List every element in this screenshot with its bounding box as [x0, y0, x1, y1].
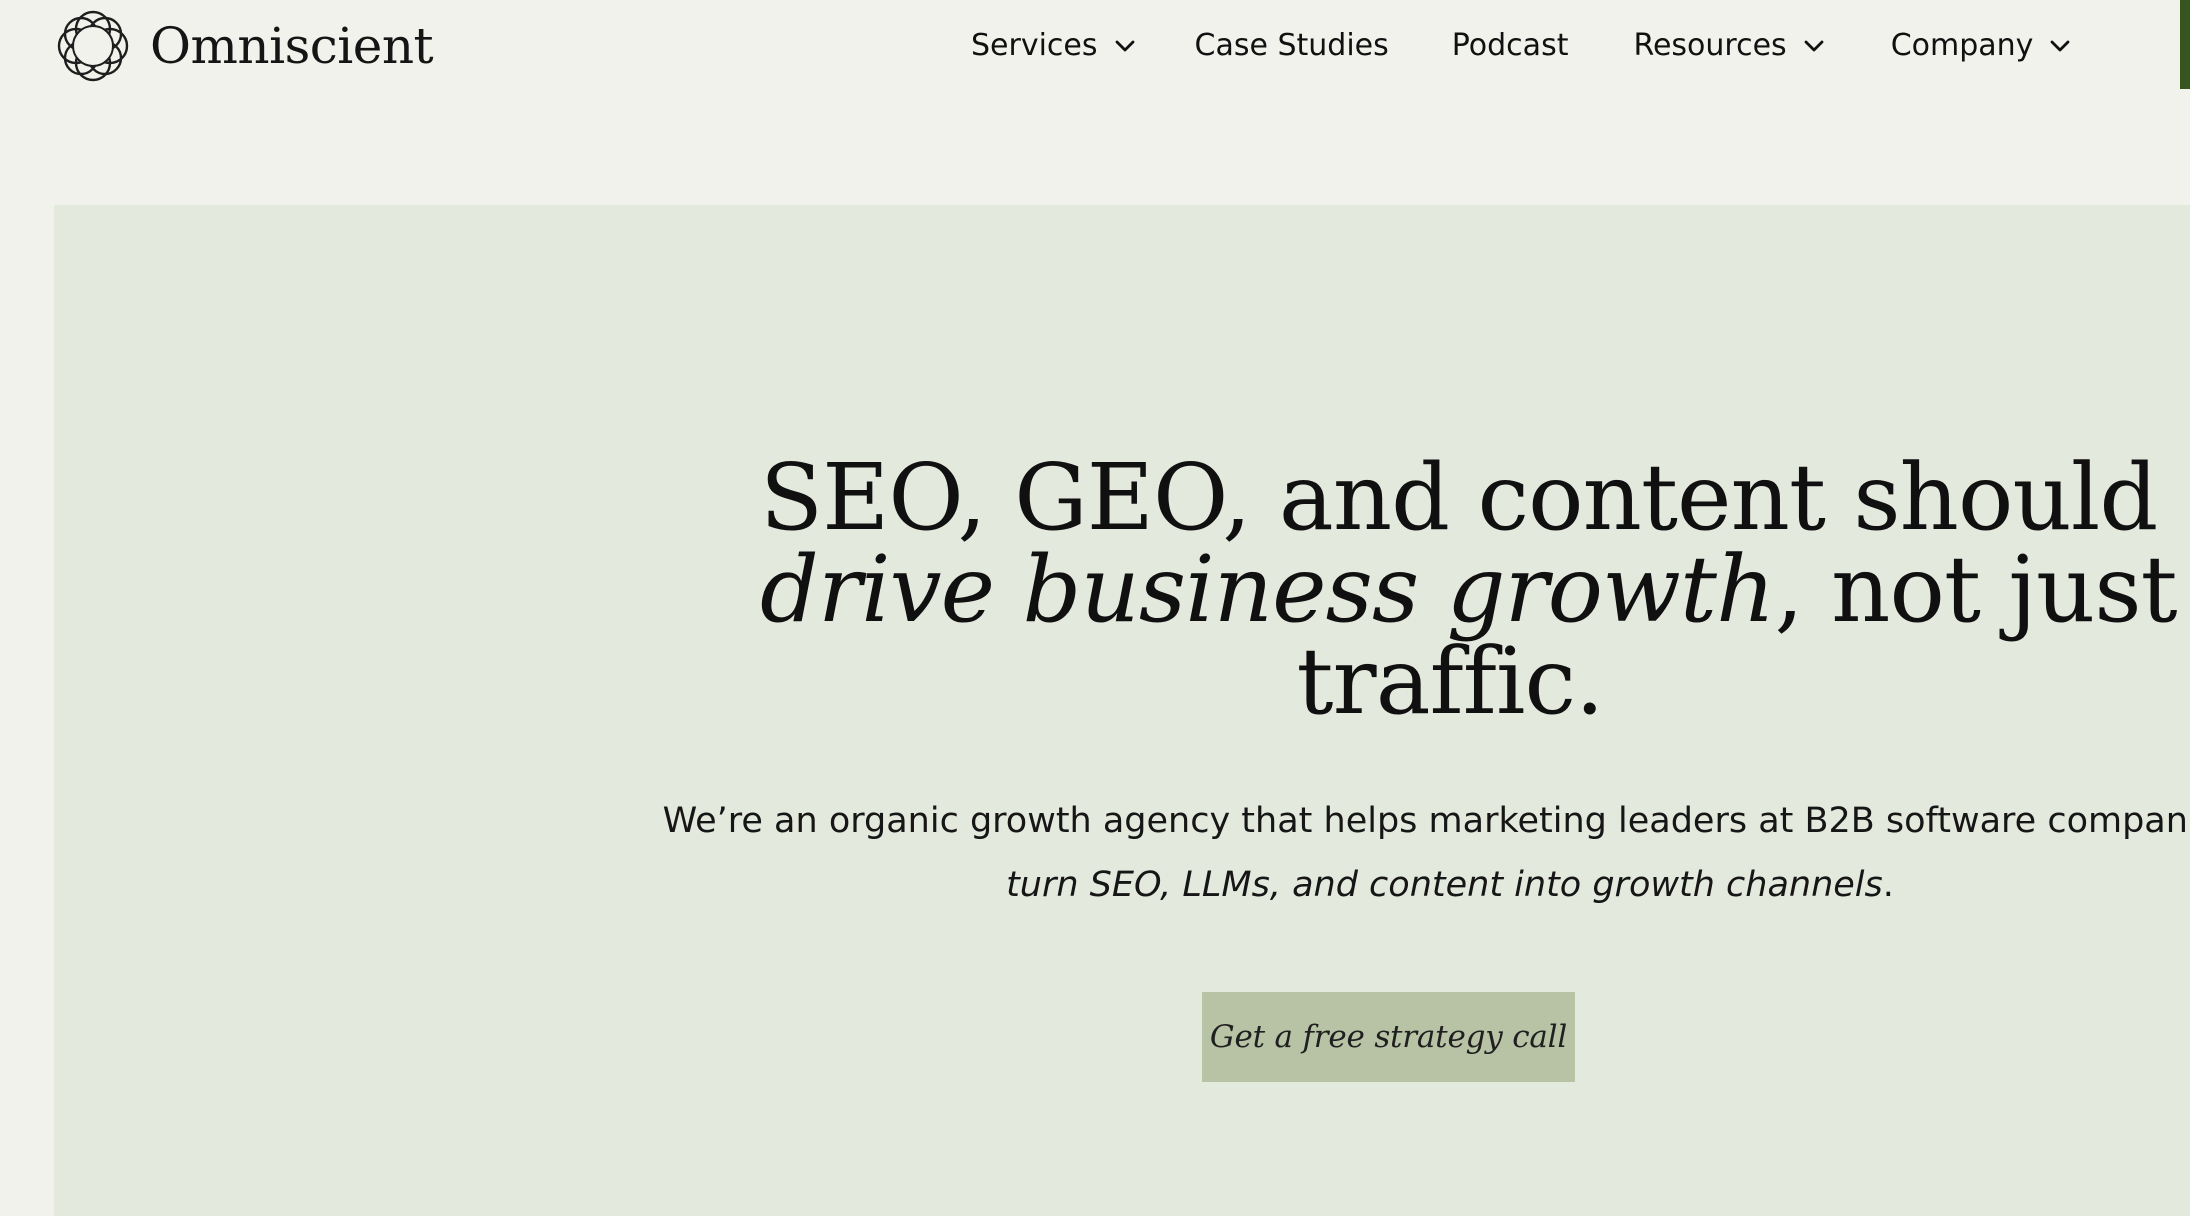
hero-subheading-end: .: [1882, 865, 1894, 905]
chevron-down-icon: [1115, 40, 1134, 52]
hero-headline-line-1: SEO, GEO, and content should: [760, 444, 2158, 551]
hero-headline-line-2: drive business growth, not just: [760, 544, 2178, 636]
hero-section: SEO, GEO, and content should drive busin…: [54, 205, 2190, 1216]
brand-name: Omniscient: [150, 17, 434, 75]
nav-services-label: Services: [971, 28, 1098, 63]
hero-subheading-line-1: We’re an organic growth agency that help…: [662, 801, 2190, 841]
chevron-down-icon: [2051, 40, 2070, 52]
nav-resources[interactable]: Resources: [1633, 31, 1824, 61]
nav-podcast[interactable]: Podcast: [1452, 31, 1569, 61]
nav-case-studies-label: Case Studies: [1194, 28, 1389, 63]
hero-headline-line-3: traffic.: [1296, 628, 1605, 735]
nav-case-studies[interactable]: Case Studies: [1195, 31, 1389, 61]
site-header: Omniscient Services Case Studies Podcast…: [0, 0, 2190, 92]
hero-headline: SEO, GEO, and content should drive busin…: [760, 444, 2178, 735]
free-strategy-call-button[interactable]: Get a free strategy call: [1202, 992, 1575, 1082]
hero-subheading-emphasis: turn SEO, LLMs, and content into growth …: [1006, 865, 1883, 905]
brand-logo[interactable]: Omniscient: [57, 8, 434, 84]
homepage: Omniscient Services Case Studies Podcast…: [0, 0, 2190, 1216]
nav-company[interactable]: Company: [1891, 31, 2072, 61]
hero-headline-emphasis: drive business growth: [760, 536, 1775, 643]
nav-company-label: Company: [1890, 28, 2034, 63]
right-accent-bar: [2180, 0, 2190, 89]
chevron-down-icon: [1804, 40, 1824, 52]
nav-resources-label: Resources: [1633, 28, 1787, 63]
hero-headline-line-2-rest: , not just: [1774, 536, 2177, 643]
hero-subheading: We’re an organic growth agency that help…: [644, 789, 2190, 917]
interlocking-ring-icon: [57, 10, 129, 82]
nav-services[interactable]: Services: [971, 31, 1136, 61]
nav-podcast-label: Podcast: [1451, 28, 1569, 63]
main-navigation: Services Case Studies Podcast Resources …: [971, 21, 2071, 71]
hero-subheading-line-2: turn SEO, LLMs, and content into growth …: [644, 853, 2190, 917]
